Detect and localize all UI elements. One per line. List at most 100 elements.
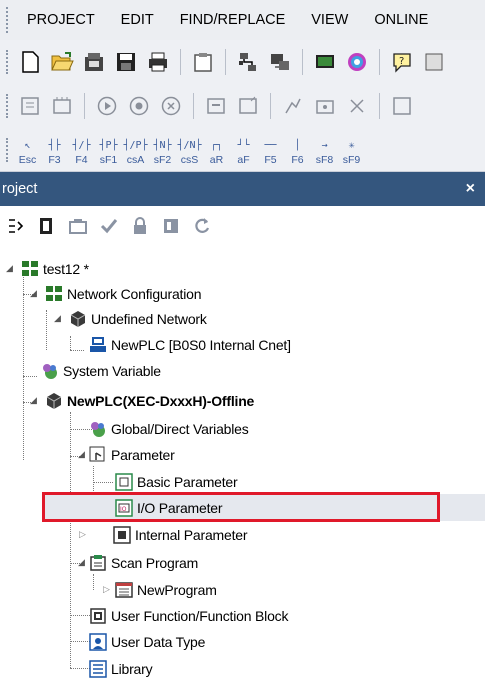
key-sf1[interactable]: ┤P├ sF1 <box>95 133 122 167</box>
plc-icon[interactable] <box>47 91 77 121</box>
scan-program-icon <box>88 553 108 573</box>
read-icon[interactable] <box>233 91 263 121</box>
key-css[interactable]: ┤/N├ csS <box>176 133 203 167</box>
reset-icon[interactable] <box>156 91 186 121</box>
properties-icon[interactable] <box>157 212 185 240</box>
network-icon[interactable] <box>233 47 263 77</box>
open-project-icon[interactable] <box>79 47 109 77</box>
run-icon[interactable] <box>92 91 122 121</box>
tree-item-basic-parameter[interactable]: Basic Parameter <box>0 469 238 494</box>
svg-text:?: ? <box>399 56 404 67</box>
extra-tool-icon[interactable] <box>419 47 449 77</box>
menu-project[interactable]: PROJECT <box>14 12 108 28</box>
key-sf8[interactable]: → sF8 <box>311 133 338 167</box>
project-icon <box>20 259 40 279</box>
tree-label: test12 * <box>43 260 89 277</box>
refresh-icon[interactable] <box>188 212 216 240</box>
tree-item-network-configuration[interactable]: ◢ Network Configuration <box>0 281 202 306</box>
network-config-icon <box>44 284 64 304</box>
compare-icon[interactable] <box>342 91 372 121</box>
project-panel-title: roject × <box>0 172 485 206</box>
library-icon <box>88 659 108 679</box>
toolbar-grip[interactable] <box>0 128 14 171</box>
tree-item-plc[interactable]: ◢ NewPLC(XEC-DxxxH)-Offline <box>0 388 254 413</box>
key-af[interactable]: ┘└ aF <box>230 133 257 167</box>
menu-bar: PROJECT EDIT FIND/REPLACE VIEW ONLINE <box>0 0 485 40</box>
system-variable-icon <box>40 361 60 381</box>
tree-item-system-variable[interactable]: System Variable <box>0 358 161 383</box>
print-icon[interactable] <box>143 47 173 77</box>
tree-item-user-data-type[interactable]: User Data Type <box>0 629 205 654</box>
basic-parameter-icon <box>114 472 134 492</box>
write-icon[interactable] <box>201 91 231 121</box>
lock-icon[interactable] <box>126 212 154 240</box>
stop-icon[interactable] <box>124 91 154 121</box>
help-bubble-icon[interactable]: ? <box>387 47 417 77</box>
check-icon[interactable] <box>95 212 123 240</box>
menu-view[interactable]: VIEW <box>298 12 361 28</box>
save-icon[interactable] <box>111 47 141 77</box>
diagnostic-icon[interactable] <box>310 91 340 121</box>
monitor-icon[interactable] <box>310 47 340 77</box>
color-wheel-icon[interactable] <box>342 47 372 77</box>
cube-icon <box>68 309 88 329</box>
sync-tree-icon[interactable] <box>2 212 30 240</box>
disconnect-icon[interactable] <box>15 91 45 121</box>
online-toolbar <box>0 84 485 128</box>
tree-label: Library <box>111 660 153 677</box>
tree-item-library[interactable]: Library <box>0 656 153 681</box>
menu-online[interactable]: ONLINE <box>361 12 441 28</box>
standard-toolbar: ? <box>0 40 485 84</box>
key-csa[interactable]: ┤/P├ csA <box>122 133 149 167</box>
collapse-icon[interactable]: ◢ <box>78 557 85 568</box>
key-f6[interactable]: │ F6 <box>284 133 311 167</box>
key-sf2[interactable]: ┤N├ sF2 <box>149 133 176 167</box>
tree-item-global-variables[interactable]: Global/Direct Variables <box>0 416 249 441</box>
tree-item-user-function[interactable]: User Function/Function Block <box>0 603 288 628</box>
menu-edit[interactable]: EDIT <box>108 12 167 28</box>
key-f4[interactable]: ┤/├ F4 <box>68 133 95 167</box>
tree-item-internal-parameter[interactable]: ▷ Internal Parameter <box>0 522 248 547</box>
open-folder-icon[interactable] <box>47 47 77 77</box>
plc-cube-icon <box>44 391 64 411</box>
collapse-icon[interactable]: ◢ <box>6 263 13 274</box>
key-f3[interactable]: ┤├ F3 <box>41 133 68 167</box>
user-data-type-icon <box>88 632 108 652</box>
toolbar-grip[interactable] <box>0 84 14 128</box>
new-file-icon[interactable] <box>15 47 45 77</box>
expand-icon[interactable]: ▷ <box>79 529 86 540</box>
tree-item-parameter[interactable]: ◢ Parameter <box>0 442 175 467</box>
collapse-icon[interactable]: ◢ <box>78 449 85 460</box>
panel-title-text: roject <box>2 181 38 197</box>
clipboard-icon[interactable] <box>188 47 218 77</box>
add-item-icon[interactable] <box>64 212 92 240</box>
tree-item-project-root[interactable]: ◢ test12 * <box>0 256 89 281</box>
internal-parameter-icon <box>112 525 132 545</box>
plc-module-icon <box>88 335 108 355</box>
red-highlight-box <box>42 492 440 522</box>
expand-icon[interactable]: ▷ <box>103 584 110 595</box>
key-f5[interactable]: ── F5 <box>257 133 284 167</box>
tree-label: Global/Direct Variables <box>111 420 249 437</box>
tree-item-new-program[interactable]: ▷ NewProgram <box>0 577 217 602</box>
tree-item-newplc-cnet[interactable]: NewPLC [B0S0 Internal Cnet] <box>0 332 291 357</box>
key-ar[interactable]: ┌┐ aR <box>203 133 230 167</box>
parameter-icon <box>88 445 108 465</box>
collapse-tree-icon[interactable] <box>33 212 61 240</box>
toolbar-grip[interactable] <box>0 40 14 84</box>
project-panel-toolbar <box>0 206 485 246</box>
connect-icon[interactable] <box>265 47 295 77</box>
collapse-icon[interactable]: ◢ <box>30 395 37 406</box>
tree-item-scan-program[interactable]: ◢ Scan Program <box>0 550 198 575</box>
collapse-icon[interactable]: ◢ <box>30 288 37 299</box>
key-sf9[interactable]: ✳ sF9 <box>338 133 365 167</box>
monitor-start-icon[interactable] <box>278 91 308 121</box>
close-icon[interactable]: × <box>466 180 475 198</box>
settings-extra-icon[interactable] <box>387 91 417 121</box>
user-function-icon <box>88 606 108 626</box>
collapse-icon[interactable]: ◢ <box>54 313 61 324</box>
menu-find-replace[interactable]: FIND/REPLACE <box>167 12 299 28</box>
tree-item-undefined-network[interactable]: ◢ Undefined Network <box>0 306 207 331</box>
menu-grip[interactable] <box>0 0 14 40</box>
key-esc[interactable]: ↖ Esc <box>14 133 41 167</box>
